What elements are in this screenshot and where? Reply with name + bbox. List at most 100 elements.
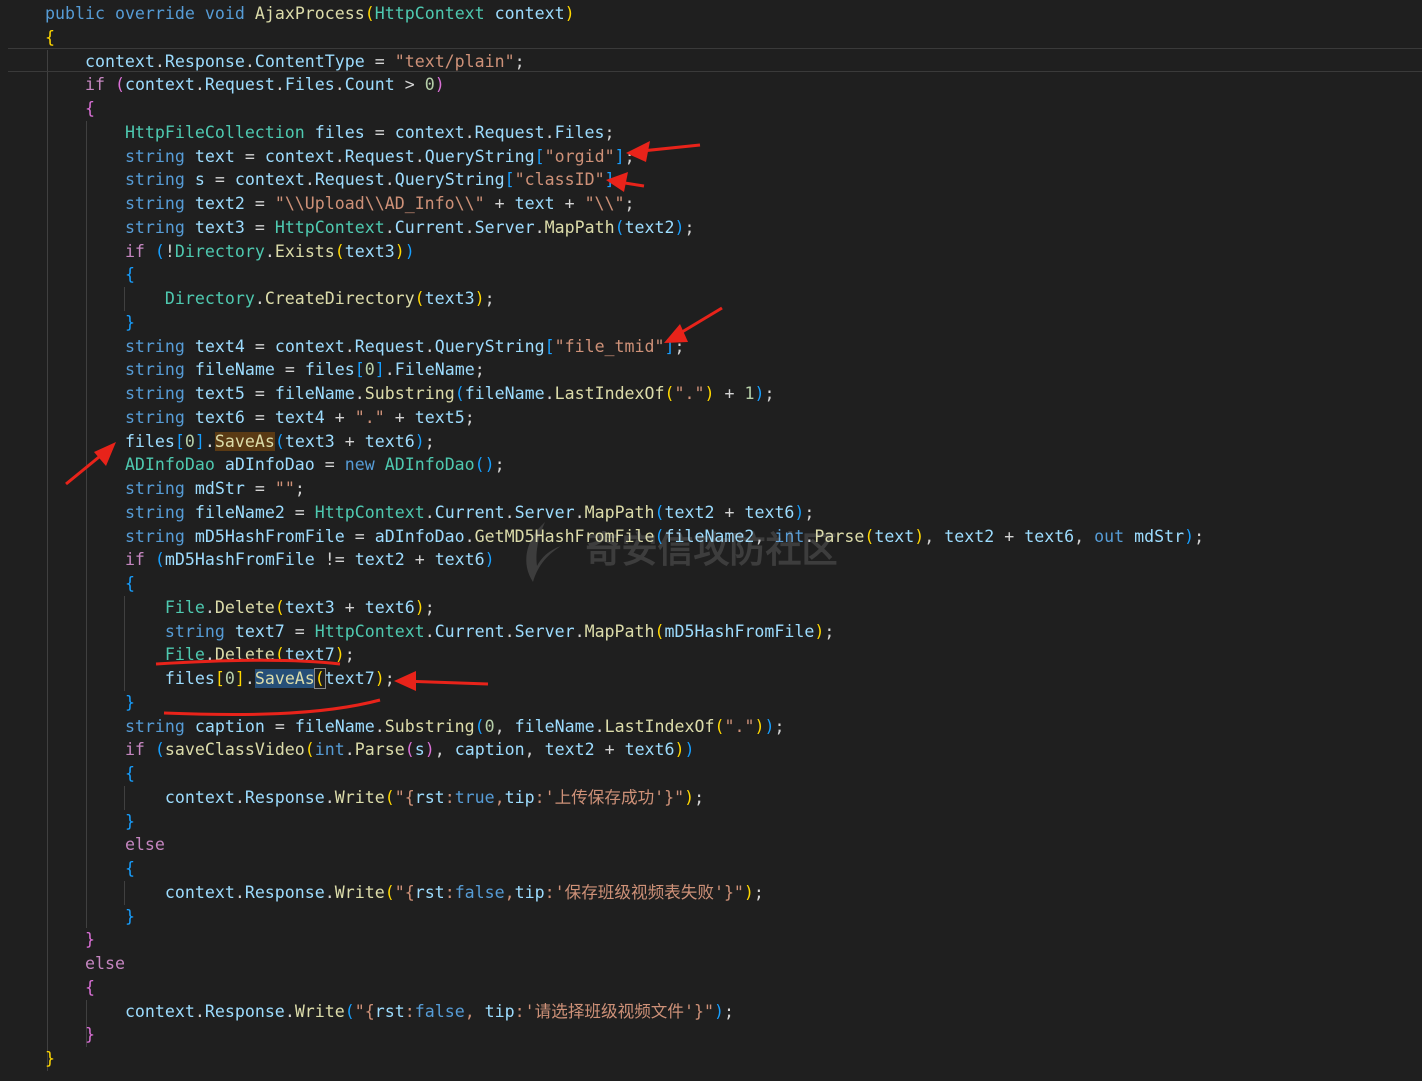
code-token: :'请选择班级视频文件'}" [514, 1001, 714, 1021]
code-token: . [244, 51, 255, 71]
code-line[interactable]: string text4 = context.Request.QueryStri… [45, 335, 685, 359]
code-line[interactable]: Directory.CreateDirectory(text3); [45, 287, 495, 311]
code-line[interactable]: File.Delete(text3 + text6); [45, 596, 435, 620]
code-line[interactable]: { [45, 762, 135, 786]
code-line[interactable]: if (saveClassVideo(int.Parse(s), caption… [45, 738, 695, 762]
code-line[interactable]: ADInfoDao aDInfoDao = new ADInfoDao(); [45, 453, 505, 477]
code-line[interactable]: public override void AjaxProcess(HttpCon… [45, 2, 575, 26]
code-token: , [504, 882, 515, 902]
code-token: AjaxProcess [254, 4, 365, 23]
code-token: ADInfoDao [384, 455, 475, 475]
code-line[interactable]: } [45, 691, 135, 715]
code-line[interactable]: } [45, 928, 95, 952]
code-line[interactable]: string text3 = HttpContext.Current.Serve… [45, 216, 695, 240]
code-line[interactable]: } [45, 1023, 95, 1047]
code-token: text3 [344, 241, 395, 261]
code-line[interactable]: } [45, 1047, 55, 1071]
code-token: FileName [394, 360, 475, 380]
code-token: . [354, 384, 365, 403]
code-token: s [194, 170, 205, 190]
code-token: text2 [944, 526, 995, 546]
code-line[interactable]: string text6 = text4 + "." + text5; [45, 406, 475, 430]
code-line[interactable]: File.Delete(text7); [45, 643, 355, 667]
code-token: . [384, 217, 395, 237]
code-line[interactable]: else [45, 833, 165, 857]
code-token: Response [204, 1001, 285, 1021]
code-line[interactable]: string text2 = "\\Upload\\AD_Info\\" + t… [45, 192, 635, 216]
code-token: 0 [484, 716, 495, 736]
code-token: ; [344, 645, 355, 665]
code-line[interactable]: string s = context.Request.QueryString["… [45, 168, 625, 192]
code-token: ) [794, 502, 805, 522]
code-token: ; [694, 787, 705, 807]
code-token: ( [154, 740, 165, 760]
code-line[interactable]: { [45, 857, 135, 881]
code-line[interactable]: if (!Directory.Exists(text3)) [45, 240, 415, 264]
code-token: + [554, 194, 585, 213]
code-token: + [484, 194, 515, 213]
code-line[interactable]: } [45, 311, 135, 335]
code-line[interactable]: string fileName = files[0].FileName; [45, 358, 485, 382]
code-line[interactable]: context.Response.Write("{rst:false, tip:… [45, 1000, 734, 1024]
code-token: { [124, 574, 135, 593]
code-line[interactable]: context.Response.ContentType = "text/pla… [45, 50, 525, 74]
code-line[interactable]: files[0].SaveAs(text7); [45, 667, 395, 691]
code-line[interactable]: { [45, 263, 135, 287]
code-token: false [454, 882, 505, 902]
code-token: text6 [1024, 526, 1075, 546]
code-token: = [204, 170, 235, 190]
code-line[interactable]: } [45, 810, 135, 834]
code-token: Server [514, 502, 575, 522]
code-line[interactable]: string caption = fileName.Substring(0, f… [45, 715, 785, 739]
code-token: "orgid" [544, 146, 615, 166]
code-token: ) [814, 621, 825, 641]
code-token: "" [274, 479, 295, 498]
code-token: ) [754, 384, 765, 403]
code-line[interactable]: { [45, 97, 95, 121]
code-line[interactable]: string mdStr = ""; [45, 477, 305, 501]
code-token: ( [334, 241, 345, 261]
code-token: + [594, 740, 625, 760]
code-line[interactable]: { [45, 26, 55, 50]
code-line[interactable]: } [45, 905, 135, 929]
code-line[interactable]: string text7 = HttpContext.Current.Serve… [45, 620, 834, 644]
code-token: text4 [194, 336, 245, 356]
code-token: . [344, 740, 355, 760]
code-line[interactable]: files[0].SaveAs(text3 + text6); [45, 430, 435, 454]
code-token: Current [434, 502, 505, 522]
code-token: text3 [424, 289, 475, 308]
code-line[interactable]: if (context.Request.Files.Count > 0) [45, 73, 445, 97]
code-token: , [1074, 526, 1095, 546]
code-line[interactable]: string text5 = fileName.Substring(fileNa… [45, 382, 775, 406]
code-token: ) [764, 716, 775, 736]
code-token: text2 [624, 217, 675, 237]
code-line[interactable]: context.Response.Write("{rst:true,tip:'上… [45, 786, 704, 810]
code-line[interactable]: { [45, 572, 135, 596]
code-line[interactable]: context.Response.Write("{rst:false,tip:'… [45, 881, 764, 905]
code-token: fileName [464, 384, 545, 403]
code-token: ) [743, 882, 754, 902]
code-token: [ [504, 170, 515, 190]
code-line[interactable]: HttpFileCollection files = context.Reque… [45, 121, 615, 145]
code-token: ( [614, 217, 625, 237]
code-line[interactable]: else [45, 952, 125, 976]
code-line[interactable]: if (mD5HashFromFile != text2 + text6) [45, 548, 495, 572]
code-token: Request [354, 336, 425, 356]
code-line[interactable]: { [45, 976, 95, 1000]
code-line[interactable]: string text = context.Request.QueryStrin… [45, 145, 635, 169]
code-token: . [204, 645, 215, 665]
code-token: override [114, 4, 195, 23]
